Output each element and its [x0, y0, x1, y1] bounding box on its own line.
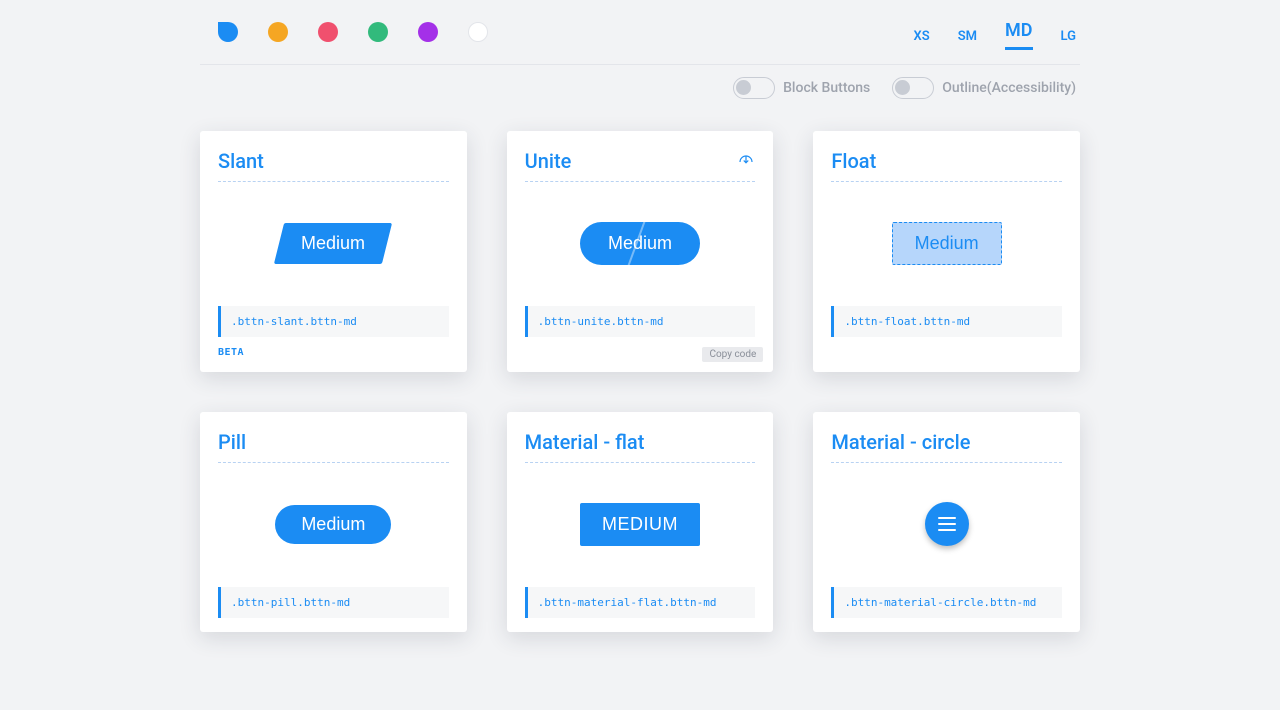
switch-icon [892, 77, 934, 99]
divider [831, 462, 1062, 463]
code-snippet: .bttn-pill.bttn-md [218, 587, 449, 618]
card-material-flat: Material - flat MEDIUM .bttn-material-fl… [507, 412, 774, 632]
code-snippet: .bttn-slant.bttn-md [218, 306, 449, 337]
preview: Medium [218, 469, 449, 579]
color-palette [218, 22, 488, 42]
color-swatch-green[interactable] [368, 22, 388, 42]
unite-button[interactable]: Medium [580, 222, 700, 265]
preview: Medium [525, 188, 756, 298]
card-pill: Pill Medium .bttn-pill.bttn-md [200, 412, 467, 632]
divider [525, 181, 756, 182]
color-swatch-orange[interactable] [268, 22, 288, 42]
material-flat-button[interactable]: MEDIUM [580, 503, 700, 546]
divider [525, 462, 756, 463]
toggle-block-label: Block Buttons [783, 80, 870, 96]
card-title: Pill [218, 430, 246, 454]
card-float: Float Medium .bttn-float.bttn-md [813, 131, 1080, 372]
toolbar: XS SM MD LG [200, 8, 1080, 65]
color-swatch-blue[interactable] [218, 22, 238, 42]
code-snippet: .bttn-material-flat.bttn-md [525, 587, 756, 618]
card-slant: Slant Medium .bttn-slant.bttn-md BETA [200, 131, 467, 372]
code-snippet: .bttn-unite.bttn-md [525, 306, 756, 337]
download-icon[interactable] [737, 149, 755, 173]
switch-icon [733, 77, 775, 99]
divider [218, 462, 449, 463]
toggle-outline-label: Outline(Accessibility) [942, 80, 1076, 96]
card-title: Float [831, 149, 876, 173]
size-tab-sm[interactable]: SM [958, 23, 977, 50]
card-material-circle: Material - circle .bttn-material-circle.… [813, 412, 1080, 632]
color-swatch-purple[interactable] [418, 22, 438, 42]
divider [218, 181, 449, 182]
color-swatch-red[interactable] [318, 22, 338, 42]
toggle-block[interactable]: Block Buttons [733, 77, 870, 99]
preview: Medium [218, 188, 449, 298]
preview [831, 469, 1062, 579]
preview: Medium [831, 188, 1062, 298]
code-snippet: .bttn-material-circle.bttn-md [831, 587, 1062, 618]
toggle-outline[interactable]: Outline(Accessibility) [892, 77, 1076, 99]
slant-button[interactable]: Medium [274, 223, 392, 264]
cards-grid: Slant Medium .bttn-slant.bttn-md BETA Un… [200, 131, 1080, 632]
menu-icon [938, 517, 956, 531]
divider [831, 181, 1062, 182]
size-tab-lg[interactable]: LG [1061, 23, 1076, 50]
beta-badge: BETA [218, 347, 449, 358]
size-tab-md[interactable]: MD [1005, 14, 1032, 50]
copy-code-button[interactable]: Copy code [702, 347, 763, 362]
card-title: Material - circle [831, 430, 970, 454]
card-unite: Unite Medium .bttn-unite.bttn-md Copy co… [507, 131, 774, 372]
card-title: Material - flat [525, 430, 645, 454]
material-circle-button[interactable] [925, 502, 969, 546]
card-title: Slant [218, 149, 264, 173]
code-snippet: .bttn-float.bttn-md [831, 306, 1062, 337]
pill-button[interactable]: Medium [275, 505, 391, 544]
card-title: Unite [525, 149, 572, 173]
size-tabs: XS SM MD LG [914, 14, 1076, 50]
size-tab-xs[interactable]: XS [914, 23, 930, 50]
float-button[interactable]: Medium [892, 222, 1002, 265]
preview: MEDIUM [525, 469, 756, 579]
toggle-row: Block Buttons Outline(Accessibility) [200, 65, 1080, 107]
color-swatch-white[interactable] [468, 22, 488, 42]
